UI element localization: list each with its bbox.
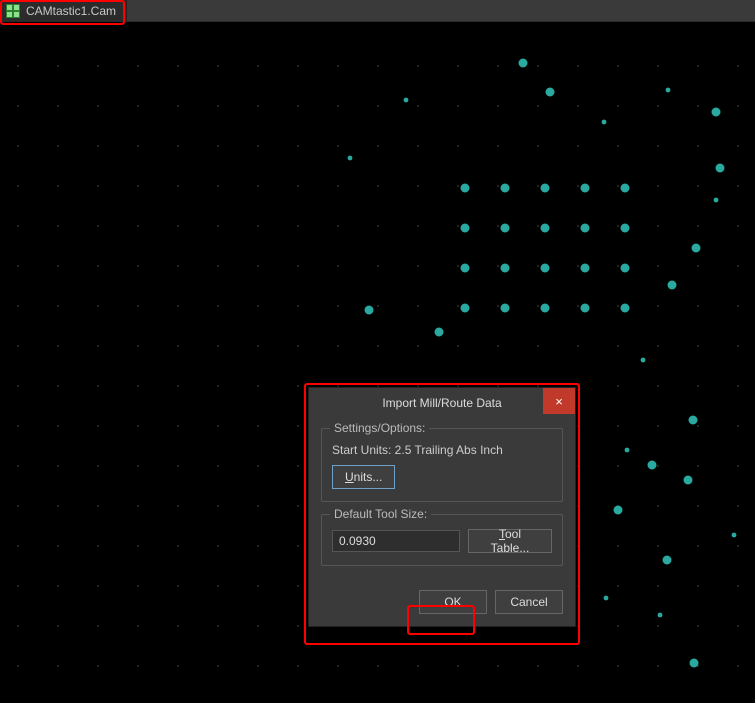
dialog-titlebar[interactable]: Import Mill/Route Data × <box>309 388 575 418</box>
ok-button[interactable]: OK <box>419 590 487 614</box>
document-tab[interactable]: CAMtastic1.Cam <box>0 0 127 22</box>
dialog-close-button[interactable]: × <box>543 388 575 414</box>
default-tool-size-input[interactable] <box>332 530 460 552</box>
dialog-title: Import Mill/Route Data <box>382 396 501 410</box>
document-tab-label: CAMtastic1.Cam <box>26 4 116 18</box>
cancel-button[interactable]: Cancel <box>495 590 563 614</box>
close-icon: × <box>555 394 563 409</box>
document-tab-bar: CAMtastic1.Cam <box>0 0 755 22</box>
units-button[interactable]: Units... <box>332 465 395 489</box>
settings-options-group: Settings/Options: Start Units: 2.5 Trail… <box>321 428 563 502</box>
default-tool-size-group: Default Tool Size: Tool Table... <box>321 514 563 566</box>
default-tool-size-legend: Default Tool Size: <box>330 507 431 521</box>
settings-options-legend: Settings/Options: <box>330 421 429 435</box>
tool-table-button[interactable]: Tool Table... <box>468 529 552 553</box>
start-units-text: Start Units: 2.5 Trailing Abs Inch <box>332 443 552 457</box>
camtastic-doc-icon <box>6 4 20 18</box>
import-mill-route-dialog: Import Mill/Route Data × Settings/Option… <box>308 387 576 627</box>
